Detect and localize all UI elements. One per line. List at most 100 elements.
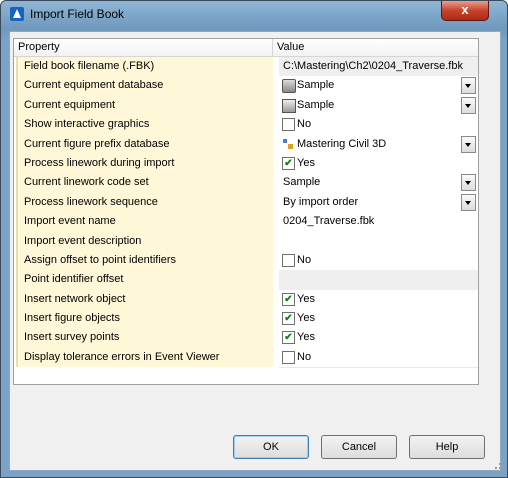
checkbox-label: No <box>297 253 312 266</box>
property-cell[interactable]: Import event description <box>16 231 273 251</box>
property-cell[interactable]: Current linework code set <box>16 173 273 193</box>
dialog-title: Import Field Book <box>30 7 125 21</box>
value-cell[interactable]: 0204_Traverse.fbk <box>279 212 478 233</box>
dropdown-arrow-icon[interactable] <box>461 135 476 153</box>
property-cell[interactable]: Import event name <box>16 212 273 232</box>
figure-prefix-icon <box>282 138 294 150</box>
value-text: Sample <box>283 176 321 189</box>
property-label: Process linework sequence <box>24 195 158 208</box>
property-cell[interactable]: Process linework during import <box>16 153 273 174</box>
resize-grip-icon[interactable] <box>488 460 502 474</box>
title-bar[interactable]: Import Field Book x <box>1 1 507 29</box>
value-cell[interactable]: No <box>279 250 478 272</box>
property-row[interactable]: Current linework code set Sample <box>14 173 478 194</box>
property-row[interactable]: Field book filename (.FBK) C:\Mastering\C… <box>14 57 478 78</box>
property-row[interactable]: Import event description <box>14 231 478 252</box>
close-button[interactable]: x <box>441 1 489 21</box>
checkbox-label: Yes <box>297 292 315 305</box>
cancel-button[interactable]: Cancel <box>321 435 397 459</box>
value-cell[interactable]: Sample <box>279 173 478 194</box>
checkbox[interactable]: ✔ <box>282 312 295 326</box>
value-text: Mastering Civil 3D <box>297 137 387 150</box>
value-cell[interactable]: No <box>279 347 478 369</box>
property-cell[interactable]: Insert survey points <box>16 328 273 348</box>
property-row[interactable]: Current equipment Sample <box>14 95 478 117</box>
property-label: Show interactive graphics <box>24 118 150 131</box>
property-row[interactable]: Process linework sequence By import order <box>14 192 478 214</box>
property-label: Current equipment database <box>24 79 164 92</box>
property-label: Insert figure objects <box>24 312 120 325</box>
property-cell[interactable]: Process linework sequence <box>16 192 273 213</box>
property-row[interactable]: Assign offset to point identifiers No <box>14 250 478 272</box>
property-cell[interactable]: Point identifier offset <box>16 270 273 290</box>
value-cell[interactable]: Mastering Civil 3D <box>279 134 478 155</box>
property-label: Current figure prefix database <box>24 137 170 150</box>
checkbox-label: Yes <box>297 312 315 325</box>
value-cell[interactable]: No <box>279 115 478 136</box>
property-row[interactable]: Import event name 0204_Traverse.fbk <box>14 212 478 233</box>
checkbox[interactable] <box>282 118 295 132</box>
property-label: Assign offset to point identifiers <box>24 253 177 266</box>
value-cell[interactable]: Sample <box>279 95 478 117</box>
value-cell[interactable] <box>279 270 478 291</box>
property-label: Import event description <box>24 234 142 247</box>
property-cell[interactable]: Insert network object <box>16 289 273 310</box>
value-text: By import order <box>283 195 359 208</box>
property-label: Point identifier offset <box>24 273 124 286</box>
property-row[interactable]: Show interactive graphics No <box>14 115 478 136</box>
property-cell[interactable]: Field book filename (.FBK) <box>16 57 273 77</box>
checkbox-label: Yes <box>297 331 315 344</box>
checkbox-label: No <box>297 350 312 363</box>
property-row[interactable]: Process linework during import ✔ Yes <box>14 153 478 175</box>
property-cell[interactable]: Current equipment database <box>16 76 273 96</box>
value-cell[interactable]: By import order <box>279 192 478 214</box>
checkbox[interactable]: ✔ <box>282 292 295 306</box>
property-row[interactable]: Current equipment database Sample <box>14 76 478 97</box>
property-cell[interactable]: Display tolerance errors in Event Viewer <box>16 347 273 368</box>
property-cell[interactable]: Current equipment <box>16 95 273 116</box>
help-button[interactable]: Help <box>409 435 485 459</box>
property-label: Insert network object <box>24 292 126 305</box>
grid-header: Property Value <box>14 39 478 57</box>
property-label: Display tolerance errors in Event Viewer <box>24 350 220 363</box>
dropdown-arrow-icon[interactable] <box>461 193 476 211</box>
property-cell[interactable]: Current figure prefix database <box>16 134 273 154</box>
column-header-property[interactable]: Property <box>18 41 60 53</box>
dropdown-arrow-icon[interactable] <box>461 77 476 95</box>
equipment-icon <box>282 98 296 113</box>
ok-button[interactable]: OK <box>233 435 309 459</box>
column-divider[interactable] <box>272 39 273 56</box>
property-cell[interactable]: Insert figure objects <box>16 309 273 329</box>
property-label: Field book filename (.FBK) <box>24 60 155 72</box>
property-label: Import event name <box>24 215 116 228</box>
checkbox[interactable]: ✔ <box>282 156 295 170</box>
checkbox-label: Yes <box>297 156 315 169</box>
value-cell[interactable]: Sample <box>279 76 478 97</box>
autocad-app-icon <box>10 7 24 21</box>
property-label: Current linework code set <box>24 176 149 189</box>
property-label: Process linework during import <box>24 156 175 169</box>
dropdown-arrow-icon[interactable] <box>461 174 476 192</box>
checkbox[interactable] <box>282 350 295 364</box>
dropdown-arrow-icon[interactable] <box>461 96 476 114</box>
value-text: Sample <box>297 98 335 111</box>
value-cell[interactable]: ✔ Yes <box>279 289 478 311</box>
property-cell[interactable]: Show interactive graphics <box>16 115 273 135</box>
checkbox[interactable]: ✔ <box>282 331 295 345</box>
value-cell[interactable]: ✔ Yes <box>279 328 478 349</box>
property-row[interactable]: Point identifier offset <box>14 270 478 291</box>
value-cell[interactable]: ✔ Yes <box>279 153 478 175</box>
column-header-value[interactable]: Value <box>277 41 304 53</box>
value-cell[interactable] <box>279 231 478 252</box>
property-cell[interactable]: Assign offset to point identifiers <box>16 250 273 271</box>
property-row[interactable]: Insert survey points ✔ Yes <box>14 328 478 349</box>
property-row[interactable]: Insert network object ✔ Yes <box>14 289 478 311</box>
value-cell[interactable]: ✔ Yes <box>279 309 478 330</box>
value-cell[interactable]: C:\Mastering\Ch2\0204_Traverse.fbk <box>279 57 478 78</box>
checkbox[interactable] <box>282 253 295 267</box>
property-row[interactable]: Insert figure objects ✔ Yes <box>14 309 478 330</box>
property-grid: Property Value Field book filename (.FBK… <box>13 38 479 385</box>
property-row[interactable]: Display tolerance errors in Event Viewer… <box>14 347 478 369</box>
property-row[interactable]: Current figure prefix database Mastering … <box>14 134 478 155</box>
value-text: Sample <box>297 79 335 92</box>
